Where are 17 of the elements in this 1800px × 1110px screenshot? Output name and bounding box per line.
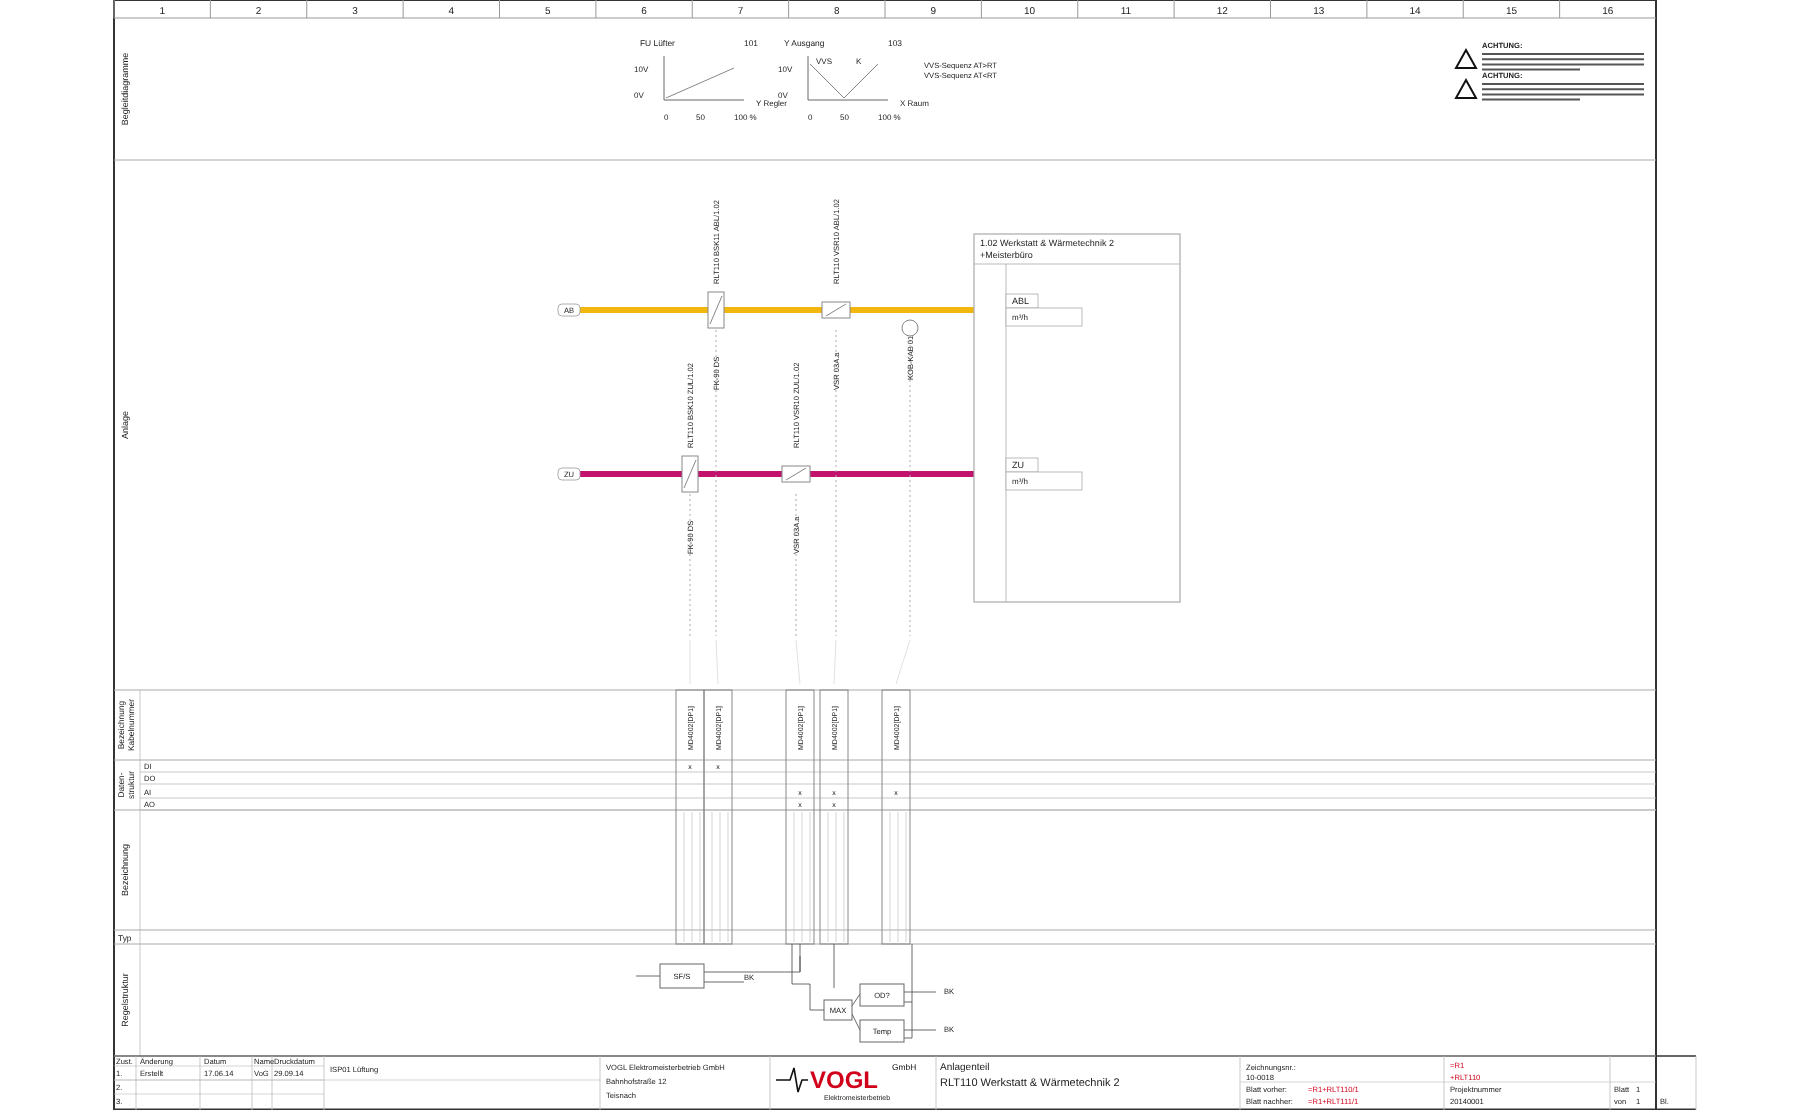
control-block	[859, 1019, 905, 1043]
fire-damper-symbol	[707, 291, 725, 329]
volume-controller-symbol	[821, 301, 851, 319]
pulse-line-icon	[775, 1067, 809, 1093]
sensor-symbol	[901, 319, 919, 337]
volume-controller-symbol	[781, 465, 811, 483]
duct-tag	[557, 467, 581, 481]
fire-damper-symbol	[681, 455, 699, 493]
function-graph-drawing	[663, 55, 745, 101]
control-block	[823, 999, 853, 1021]
function-graph-drawing	[807, 55, 889, 101]
company-logo: VOGL	[810, 1066, 879, 1094]
control-block	[859, 983, 905, 1007]
warning-icon	[1454, 47, 1478, 69]
duct-tag	[557, 303, 581, 317]
control-block	[659, 963, 705, 989]
warning-icon	[1454, 77, 1478, 99]
